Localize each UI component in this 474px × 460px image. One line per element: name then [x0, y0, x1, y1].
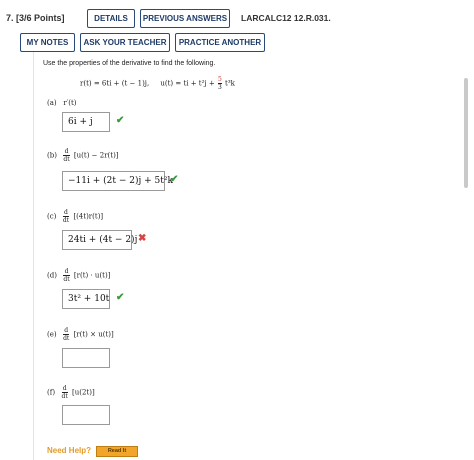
vector-definitions: r(t) = 6ti + (t − 1)j, u(t) = ti + t²j +… — [80, 76, 235, 91]
read-it-button[interactable]: Read It — [96, 446, 138, 457]
check-icon: ✔ — [170, 174, 179, 185]
part-letter: (f) — [47, 388, 56, 397]
fraction-numerator: d — [63, 148, 70, 156]
fraction-denominator: dt — [63, 335, 70, 342]
answer-field-f[interactable] — [62, 405, 110, 425]
answer-field-a[interactable]: 6i + j — [62, 112, 110, 132]
details-button[interactable]: DETAILS — [87, 9, 135, 28]
fraction-denominator: 3 — [217, 84, 222, 91]
part-expression: [u(t) − 2r(t)] — [73, 151, 119, 160]
scrollbar-thumb[interactable] — [464, 78, 468, 188]
fraction-denominator: dt — [62, 217, 70, 224]
part-expression: [r(t) × u(t)] — [73, 330, 114, 339]
my-notes-button[interactable]: MY NOTES — [20, 33, 75, 52]
part-letter: (e) — [47, 330, 57, 339]
part-letter: (d) — [47, 271, 57, 280]
answer-field-e[interactable] — [62, 348, 110, 368]
u-coefficient-fraction: 5 3 — [217, 76, 222, 91]
question-number: 7. [3/6 Points] — [6, 13, 65, 23]
cross-icon: ✖ — [138, 233, 147, 244]
part-expression: [r(t) · u(t)] — [73, 271, 111, 280]
derivative-operator: d dt — [63, 148, 70, 163]
part-expression: [(4t)r(t)] — [73, 212, 104, 221]
instructions: Use the properties of the derivative to … — [43, 60, 216, 67]
fraction-numerator: d — [63, 327, 70, 335]
problem-reference: LARCALC12 12.R.031. — [241, 13, 331, 23]
derivative-operator: d dt — [63, 327, 70, 342]
part-letter: (a) — [47, 99, 57, 107]
need-help-label: Need Help? — [47, 446, 92, 455]
fraction-numerator: d — [63, 268, 70, 276]
part-letter: (c) — [47, 212, 57, 221]
fraction-numerator: d — [61, 385, 68, 393]
u-definition-prefix: u(t) = ti + t²j + — [160, 79, 215, 88]
ask-your-teacher-button[interactable]: ASK YOUR TEACHER — [80, 33, 170, 52]
derivative-operator: d dt — [63, 268, 70, 283]
question-header: 7. [3/6 Points] DETAILS PREVIOUS ANSWERS… — [0, 0, 474, 60]
derivative-operator: d dt — [62, 209, 70, 224]
answer-field-d[interactable]: 3t² + 10t — [62, 289, 110, 309]
part-f-label: (f) d dt [u(2t)] — [47, 385, 95, 400]
part-b-label: (b) d dt [u(t) − 2r(t)] — [47, 148, 119, 163]
answer-field-b[interactable]: −11i + (2t − 2)j + 5t²k — [62, 171, 173, 191]
check-icon: ✔ — [116, 115, 125, 126]
part-a-label: (a) r′(t) — [47, 99, 77, 107]
previous-answers-button[interactable]: PREVIOUS ANSWERS — [140, 9, 230, 28]
u-definition-suffix: t³k — [225, 79, 235, 88]
fraction-denominator: dt — [63, 156, 70, 163]
part-expression: [u(2t)] — [72, 388, 95, 397]
derivative-operator: d dt — [61, 385, 68, 400]
practice-another-button[interactable]: PRACTICE ANOTHER — [175, 33, 265, 52]
part-e-label: (e) d dt [r(t) × u(t)] — [47, 327, 114, 342]
r-definition: r(t) = 6ti + (t − 1)j, — [80, 79, 150, 88]
check-icon: ✔ — [116, 292, 125, 303]
fraction-denominator: dt — [63, 276, 70, 283]
part-expression: r′(t) — [63, 99, 77, 107]
fraction-numerator: d — [62, 209, 70, 217]
fraction-denominator: dt — [61, 393, 68, 400]
part-letter: (b) — [47, 151, 57, 160]
answer-field-c[interactable]: 24ti + (4t − 2)j — [62, 230, 137, 250]
part-c-label: (c) d dt [(4t)r(t)] — [47, 209, 103, 224]
part-d-label: (d) d dt [r(t) · u(t)] — [47, 268, 110, 283]
fraction-numerator: 5 — [217, 76, 222, 84]
